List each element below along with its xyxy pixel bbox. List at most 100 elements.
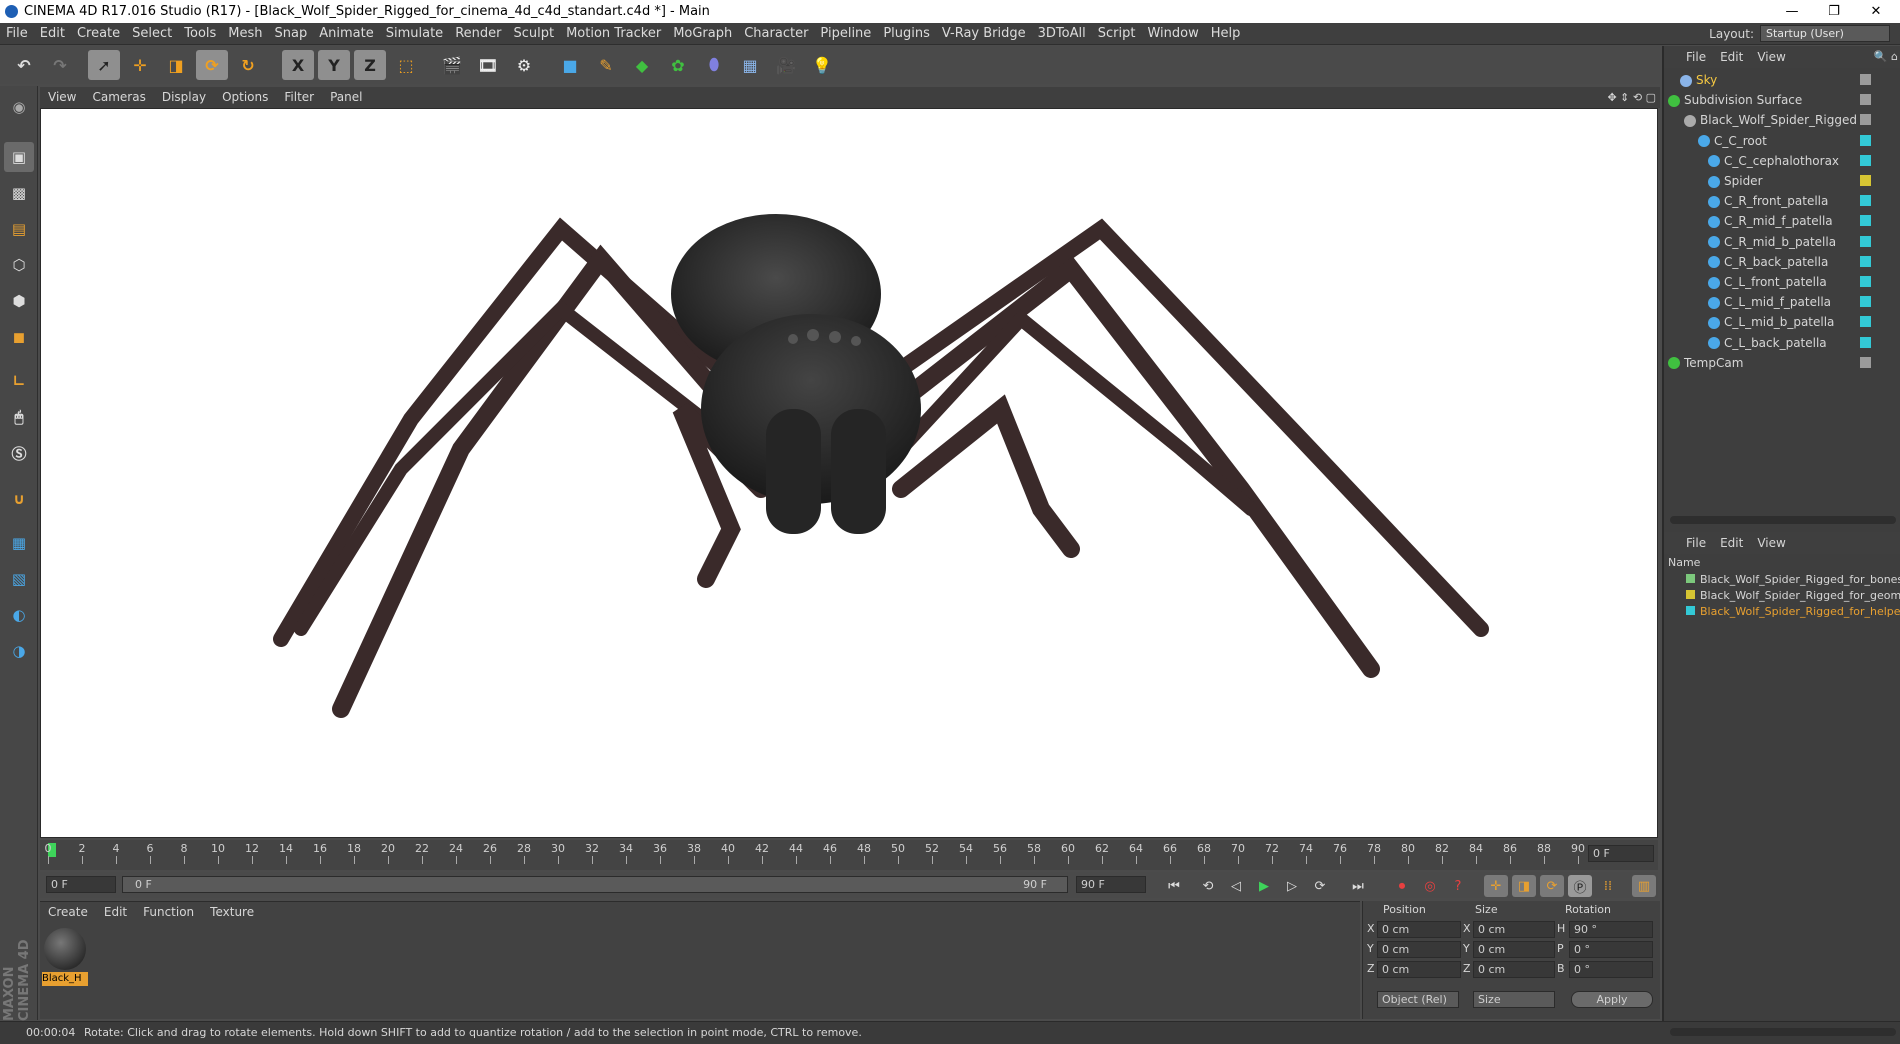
menu-character[interactable]: Character: [738, 23, 814, 45]
size-mode-dropdown[interactable]: Size: [1473, 991, 1555, 1008]
layer-row[interactable]: Black_Wolf_Spider_Rigged_for_bones: [1686, 572, 1900, 588]
key-parameter-icon[interactable]: Ⓟ: [1568, 875, 1592, 897]
key-scale-icon[interactable]: ◨: [1512, 875, 1536, 897]
vp-menu-panel[interactable]: Panel: [322, 87, 370, 108]
prev-key-icon[interactable]: ⟲: [1196, 875, 1220, 897]
frame-range-slider[interactable]: 0 F 90 F: [122, 876, 1068, 893]
layer-color-tag[interactable]: [1860, 175, 1871, 186]
pos-z-field[interactable]: 0 cm: [1377, 961, 1461, 978]
object-row[interactable]: Spider: [1664, 171, 1900, 191]
menu-file[interactable]: File: [0, 23, 34, 45]
menu-mesh[interactable]: Mesh: [222, 23, 268, 45]
vp-menu-filter[interactable]: Filter: [276, 87, 322, 108]
lm-menu-view[interactable]: View: [1750, 532, 1792, 554]
workplane-rotate-icon[interactable]: ▧: [4, 564, 34, 594]
mat-menu-edit[interactable]: Edit: [96, 902, 135, 922]
lm-menu-file[interactable]: File: [1664, 532, 1713, 554]
axis-mode-icon[interactable]: ∟: [4, 366, 34, 396]
menu-select[interactable]: Select: [126, 23, 178, 45]
pos-y-field[interactable]: 0 cm: [1377, 941, 1461, 958]
om-scrollbar[interactable]: [1670, 516, 1896, 524]
python-script-icon[interactable]: ◑: [4, 636, 34, 666]
menu-render[interactable]: Render: [449, 23, 507, 45]
om-menu-edit[interactable]: Edit: [1713, 46, 1750, 68]
layer-color-tag[interactable]: [1860, 296, 1871, 308]
layer-color-tag[interactable]: [1860, 94, 1871, 106]
end-frame-field[interactable]: 90 F: [1076, 876, 1146, 893]
model-mode-icon[interactable]: ▣: [4, 142, 34, 172]
deformer-icon[interactable]: ⬮: [698, 50, 730, 80]
object-row[interactable]: Sky: [1664, 70, 1900, 90]
layer-color-tag[interactable]: [1860, 154, 1871, 166]
object-row[interactable]: C_L_back_patella: [1664, 333, 1900, 353]
menu-window[interactable]: Window: [1141, 23, 1204, 45]
select-tool-icon[interactable]: ➚: [88, 50, 120, 80]
apply-button[interactable]: Apply: [1571, 991, 1653, 1008]
menu-3dtoall[interactable]: 3DToAll: [1032, 23, 1092, 45]
points-mode-icon[interactable]: ⬡: [4, 250, 34, 280]
undo-icon[interactable]: ↶: [8, 50, 40, 80]
y-axis-lock[interactable]: Y: [318, 50, 350, 80]
x-axis-lock[interactable]: X: [282, 50, 314, 80]
rot-h-field[interactable]: 90 °: [1569, 921, 1653, 938]
key-rotation-icon[interactable]: ⟳: [1540, 875, 1564, 897]
layer-color-tag[interactable]: [1860, 356, 1871, 368]
key-position-icon[interactable]: ✛: [1484, 875, 1508, 897]
object-row[interactable]: C_L_front_patella: [1664, 272, 1900, 292]
material-preview[interactable]: [44, 928, 86, 970]
auto-key-icon[interactable]: ◎: [1418, 875, 1442, 897]
recent-tools-icon[interactable]: ↻: [232, 50, 264, 80]
layer-color-tag[interactable]: [1860, 195, 1871, 207]
vp-menu-view[interactable]: View: [40, 87, 84, 108]
coordinate-system-icon[interactable]: ⬚: [390, 50, 422, 80]
object-row[interactable]: C_C_cephalothorax: [1664, 151, 1900, 171]
menu-vray-bridge[interactable]: V-Ray Bridge: [936, 23, 1032, 45]
menu-sculpt[interactable]: Sculpt: [507, 23, 560, 45]
camera-icon[interactable]: 🎥: [770, 50, 802, 80]
redo-icon[interactable]: ↷: [44, 50, 76, 80]
next-key-icon[interactable]: ⟳: [1308, 875, 1332, 897]
timeline-window-icon[interactable]: ▥: [1632, 875, 1656, 897]
object-row[interactable]: Black_Wolf_Spider_Rigged: [1664, 110, 1900, 130]
layer-color-tag[interactable]: [1860, 316, 1871, 328]
scale-tool-icon[interactable]: ◨: [160, 50, 192, 80]
edges-mode-icon[interactable]: ⬢: [4, 286, 34, 316]
render-settings-icon[interactable]: ⚙: [508, 50, 540, 80]
texture-mode-icon[interactable]: ▩: [4, 178, 34, 208]
make-editable-icon[interactable]: ◉: [4, 92, 34, 122]
object-row[interactable]: C_R_mid_f_patella: [1664, 211, 1900, 231]
object-row[interactable]: Subdivision Surface: [1664, 90, 1900, 110]
vp-menu-options[interactable]: Options: [214, 87, 276, 108]
object-row[interactable]: C_R_mid_b_patella: [1664, 232, 1900, 252]
keyframe-selection-icon[interactable]: ?: [1446, 875, 1470, 897]
polygons-mode-icon[interactable]: ◼: [4, 322, 34, 352]
vp-menu-cameras[interactable]: Cameras: [84, 87, 153, 108]
object-row[interactable]: C_C_root: [1664, 131, 1900, 151]
current-frame-field[interactable]: 0 F: [1588, 845, 1654, 862]
goto-end-icon[interactable]: ⏭: [1346, 875, 1370, 897]
record-keys-icon[interactable]: ⏺: [1390, 875, 1414, 897]
pos-x-field[interactable]: 0 cm: [1377, 921, 1461, 938]
timeline-ruler[interactable]: 0 2 4 6 8 10 12 14 16 18 20 22 24 26 28 30 32 34 36 38 40 42 4…: [40, 840, 1658, 870]
menu-plugins[interactable]: Plugins: [877, 23, 936, 45]
coordinate-mode-dropdown[interactable]: Object (Rel): [1377, 991, 1459, 1008]
render-picture-viewer-icon[interactable]: 🎞: [472, 50, 504, 80]
goto-start-icon[interactable]: ⏮: [1162, 875, 1186, 897]
floor-icon[interactable]: ▦: [734, 50, 766, 80]
close-icon[interactable]: ✕: [1856, 0, 1896, 23]
menu-tools[interactable]: Tools: [178, 23, 222, 45]
3d-viewport[interactable]: [40, 108, 1658, 838]
next-frame-icon[interactable]: ▷: [1280, 875, 1304, 897]
tweak-mode-icon[interactable]: 🖱: [4, 402, 34, 432]
size-x-field[interactable]: 0 cm: [1473, 921, 1555, 938]
menu-mograph[interactable]: MoGraph: [667, 23, 738, 45]
object-row[interactable]: C_L_mid_b_patella: [1664, 312, 1900, 332]
menu-animate[interactable]: Animate: [313, 23, 379, 45]
key-pla-icon[interactable]: ⁞⁞: [1596, 875, 1620, 897]
layer-color-tag[interactable]: [1860, 114, 1871, 126]
play-icon[interactable]: ▶: [1252, 875, 1276, 897]
rot-b-field[interactable]: 0 °: [1569, 961, 1653, 978]
om-menu-view[interactable]: View: [1750, 46, 1792, 68]
layer-color-tag[interactable]: [1860, 235, 1871, 247]
mat-menu-function[interactable]: Function: [135, 902, 202, 922]
